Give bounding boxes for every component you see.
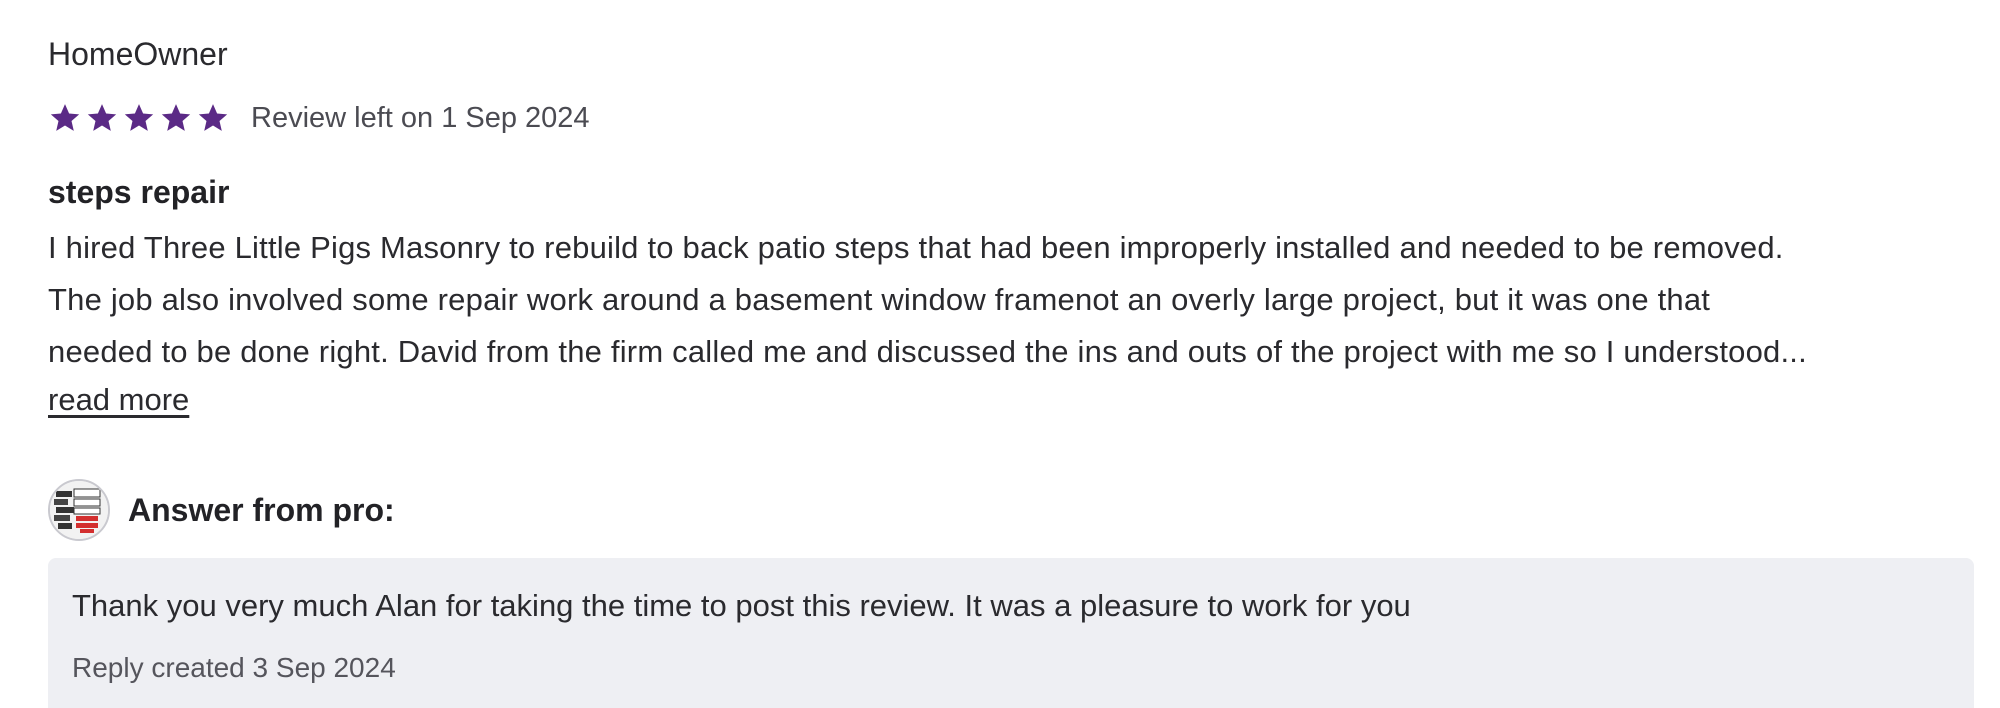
review-body-line: needed to be done right. David from the … <box>48 334 1807 369</box>
star-icon <box>48 101 82 135</box>
star-icon <box>122 101 156 135</box>
reply-date: Reply created 3 Sep 2024 <box>72 652 396 683</box>
star-icon <box>85 101 119 135</box>
pro-reply-box: Thank you very much Alan for taking the … <box>48 558 1974 708</box>
review-body-line: The job also involved some repair work a… <box>48 282 1711 317</box>
star-icon <box>196 101 230 135</box>
review-card: HomeOwner Review left on 1 Sep 2024 step… <box>0 0 2000 708</box>
read-more-link[interactable]: read more <box>48 380 189 420</box>
answer-label: Answer from pro: <box>128 491 395 528</box>
review-body: I hired Three Little Pigs Masonry to reb… <box>48 222 1978 378</box>
pro-answer-header: Answer from pro: <box>48 478 395 542</box>
review-body-line: I hired Three Little Pigs Masonry to reb… <box>48 230 1784 265</box>
star-icon <box>159 101 193 135</box>
star-rating <box>48 101 233 135</box>
reviewer-name: HomeOwner <box>48 36 228 72</box>
rating-row: Review left on 1 Sep 2024 <box>48 96 590 140</box>
review-title: steps repair <box>48 174 230 210</box>
reply-text: Thank you very much Alan for taking the … <box>72 588 1411 623</box>
pro-logo-avatar-icon <box>48 479 110 541</box>
review-date: Review left on 1 Sep 2024 <box>251 101 590 134</box>
